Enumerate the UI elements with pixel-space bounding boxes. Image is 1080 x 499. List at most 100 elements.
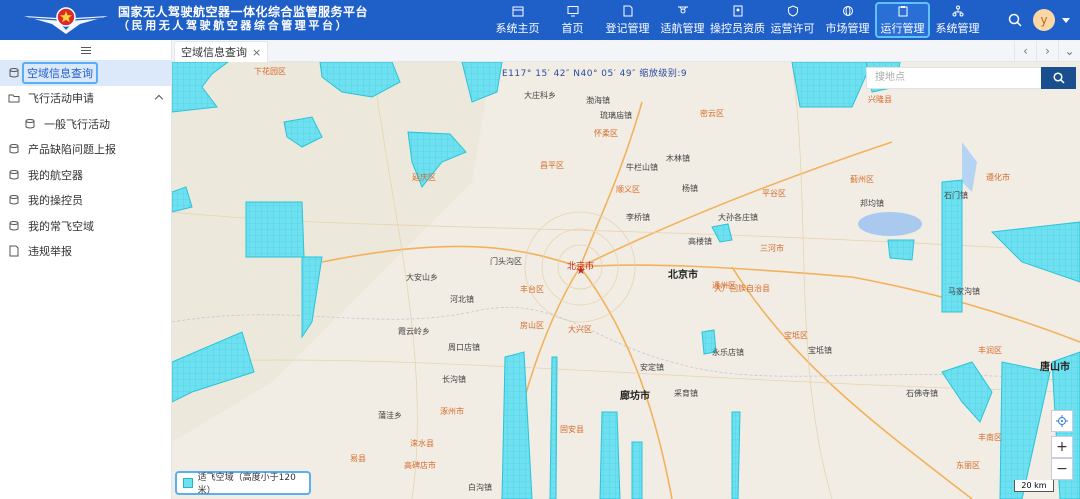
- map-label: 涞水县: [410, 439, 434, 448]
- sidebar-item-airspace-query[interactable]: 空域信息查询: [0, 60, 171, 86]
- map-label: 木林镇: [666, 154, 690, 163]
- map-view[interactable]: ★ 北京市 北京市 廊坊市 唐山市 大兴区 丰台区 房山区 昌平区 顺义区 通州…: [172, 62, 1080, 499]
- map-search-input[interactable]: 搜地点: [866, 67, 1044, 89]
- sidebar-item-defect-report[interactable]: 产品缺陷问题上报: [0, 137, 171, 163]
- nav-label: 运营许可: [770, 21, 815, 35]
- sidebar-item-violation-report[interactable]: 违规举报: [0, 239, 171, 265]
- map-label: 大兴区: [568, 325, 592, 334]
- map-scale: 20 km: [1014, 480, 1054, 492]
- folder-icon: [8, 94, 20, 103]
- nav-airworthiness[interactable]: 适航管理: [655, 0, 710, 40]
- map-label: 遵化市: [986, 173, 1010, 182]
- database-icon: [9, 144, 19, 154]
- nav-registration[interactable]: 登记管理: [600, 0, 655, 40]
- monitor-icon: [567, 5, 578, 16]
- map-label: 河北镇: [450, 295, 474, 304]
- coordinate-readout: E117° 15′ 42″ N40° 05′ 49″ 缩放级别:9: [502, 69, 688, 79]
- nav-label: 适航管理: [660, 21, 705, 35]
- sidebar-item-frequent-airspace[interactable]: 我的常飞空域: [0, 213, 171, 239]
- map-label: 宝坻区: [784, 331, 808, 340]
- map-label: 马家沟镇: [948, 287, 980, 296]
- nav-label: 登记管理: [605, 21, 650, 35]
- sidebar-item-label: 我的操控员: [28, 194, 83, 208]
- sidebar-item-flight-application[interactable]: 飞行活动申请: [0, 86, 171, 112]
- sidebar-item-label: 一般飞行活动: [44, 117, 110, 131]
- search-icon: [1052, 72, 1065, 84]
- map-legend: 适飞空域（高度小于120米）: [175, 471, 311, 496]
- title-sub: （民用无人驾驶航空器综合管理平台）: [118, 19, 350, 32]
- legend-label: 适飞空域（高度小于120米）: [197, 473, 296, 496]
- search-icon[interactable]: [1008, 13, 1022, 27]
- nav-operation-permit[interactable]: 运营许可: [765, 0, 820, 40]
- map-label: 门头沟区: [490, 257, 522, 266]
- clipboard-icon: [898, 5, 907, 16]
- chevron-right-icon[interactable]: ›: [1036, 41, 1058, 61]
- map-label: 大孙各庄镇: [718, 213, 758, 222]
- map-label: 蓟州区: [850, 175, 874, 184]
- map-label: 长沟镇: [442, 375, 466, 384]
- database-icon: [9, 220, 19, 231]
- sidebar-item-my-operators[interactable]: 我的操控员: [0, 188, 171, 214]
- nav-operations[interactable]: 运行管理: [875, 2, 930, 38]
- close-icon[interactable]: ×: [252, 46, 261, 59]
- map-label: 东丽区: [956, 461, 980, 470]
- menu-toggle-icon[interactable]: [0, 40, 171, 60]
- map-label: 邦均镇: [860, 199, 884, 208]
- sidebar-item-label: 我的航空器: [28, 168, 83, 182]
- map-label: 平谷区: [762, 189, 786, 198]
- map-label: 三河市: [760, 244, 784, 253]
- map-label: 白沟镇: [468, 483, 492, 492]
- chevron-down-icon[interactable]: ⌄: [1058, 41, 1080, 61]
- nav-system[interactable]: 系统管理: [930, 0, 985, 40]
- main-nav: 系统主页 首页 登记管理 适航管理 操控员资质 运营许可 市场管理 运行管理 系…: [490, 0, 985, 40]
- zoom-in-button[interactable]: +: [1051, 436, 1073, 458]
- map-label: 丰台区: [520, 285, 544, 294]
- database-icon: [9, 195, 19, 205]
- map-label: 宝坻镇: [808, 346, 832, 355]
- map-label: 周口店镇: [448, 343, 480, 352]
- nav-operator-qualification[interactable]: 操控员资质: [710, 0, 765, 40]
- map-label: 房山区: [520, 321, 544, 330]
- map-label: 大厂回族自治县: [714, 284, 770, 293]
- sidebar-item-my-aircraft[interactable]: 我的航空器: [0, 162, 171, 188]
- database-icon: [9, 67, 19, 78]
- tab-airspace-query[interactable]: 空域信息查询 ×: [174, 41, 269, 62]
- map-label: 李桥镇: [626, 213, 650, 222]
- map-label: 霞云岭乡: [398, 327, 430, 336]
- map-label: 高楼镇: [688, 237, 712, 246]
- nav-label: 运行管理: [880, 21, 925, 35]
- map-label: 大安山乡: [406, 273, 438, 282]
- id-card-icon: [733, 5, 742, 16]
- sidebar: 空域信息查询 飞行活动申请 一般飞行活动 产品缺陷问题上报 我的航空器 我的操控…: [0, 40, 172, 499]
- tab-label: 空域信息查询: [181, 46, 247, 59]
- map-label: 永乐店镇: [712, 348, 744, 357]
- map-label: 顺义区: [616, 185, 640, 194]
- map-label: 高碑店市: [404, 461, 436, 470]
- caac-logo-icon: [24, 7, 108, 34]
- nav-label: 市场管理: [825, 21, 870, 35]
- map-label: 唐山市: [1040, 362, 1070, 373]
- user-avatar[interactable]: y: [1033, 9, 1055, 31]
- map-label: 石门镇: [944, 191, 968, 200]
- chevron-down-icon[interactable]: [1062, 18, 1070, 23]
- sidebar-item-label: 违规举报: [28, 245, 72, 259]
- map-label: 延庆区: [412, 173, 436, 182]
- nav-home-system[interactable]: 系统主页: [490, 0, 545, 40]
- map-search-button[interactable]: [1041, 67, 1076, 89]
- zoom-out-button[interactable]: −: [1051, 458, 1073, 480]
- locate-button[interactable]: [1051, 410, 1073, 432]
- nav-home[interactable]: 首页: [545, 0, 600, 40]
- legend-swatch: [183, 478, 193, 488]
- map-label: 固安县: [560, 425, 584, 434]
- nav-market[interactable]: 市场管理: [820, 0, 875, 40]
- chevron-left-icon[interactable]: ‹: [1014, 41, 1036, 61]
- map-label: 琉璃庙镇: [600, 111, 632, 120]
- map-canvas[interactable]: ★: [172, 62, 1080, 499]
- document-icon: [9, 245, 19, 257]
- sidebar-item-general-flight[interactable]: 一般飞行活动: [0, 111, 171, 137]
- nav-label: 系统主页: [495, 21, 540, 35]
- map-label: 安定镇: [640, 363, 664, 372]
- sidebar-item-label: 产品缺陷问题上报: [28, 143, 116, 157]
- tab-bar: 空域信息查询 × ‹ › ⌄: [172, 40, 1080, 62]
- sidebar-item-label: 空域信息查询: [22, 61, 98, 84]
